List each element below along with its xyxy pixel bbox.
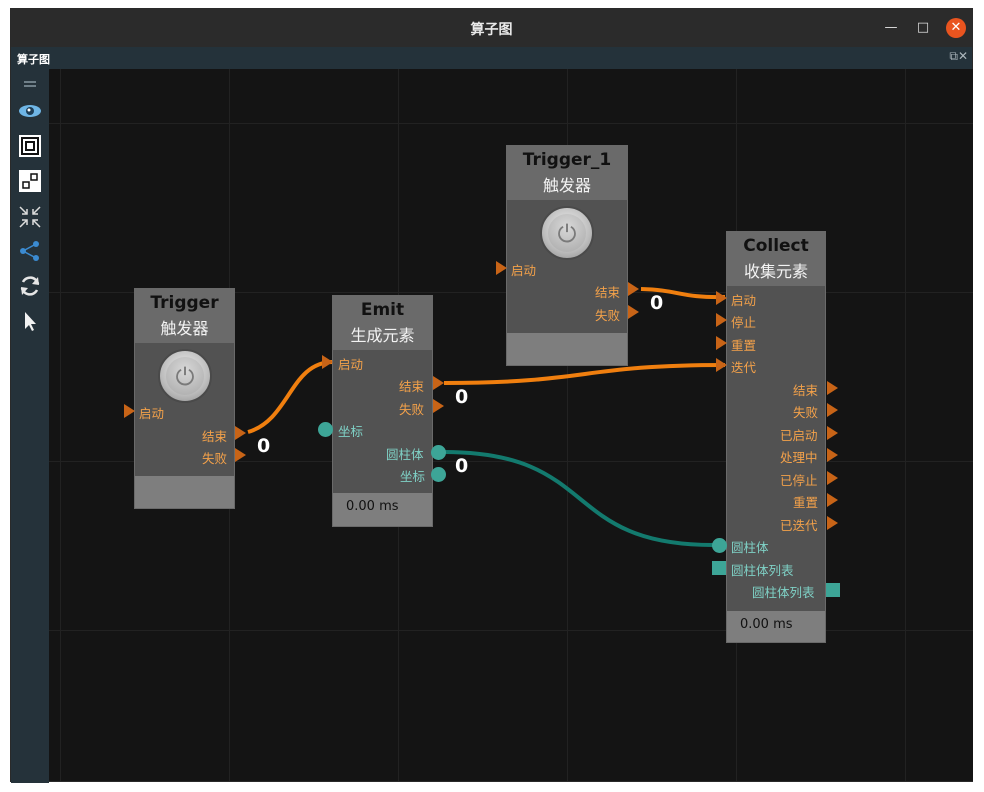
- port-label: 启动: [139, 406, 165, 421]
- port-label: 重置: [793, 495, 819, 510]
- panel-controls[interactable]: ⧉✕: [949, 49, 968, 64]
- port-iterate-in[interactable]: [716, 358, 727, 372]
- node-footer: [135, 476, 234, 508]
- graph-icon[interactable]: [18, 239, 42, 263]
- port-started-out[interactable]: [827, 426, 838, 440]
- wire-label: 0: [455, 386, 469, 408]
- panel-title: 算子图: [17, 53, 50, 66]
- title-bar: 算子图 — □ ✕: [11, 9, 972, 47]
- port-label: 坐标: [400, 469, 426, 484]
- port-processing-out[interactable]: [827, 448, 838, 462]
- port-stopped-out[interactable]: [827, 471, 838, 485]
- collapse-icon[interactable]: [18, 205, 42, 229]
- port-fail-out[interactable]: [628, 305, 639, 319]
- node-trigger-1[interactable]: Trigger_1 触发器 ⏻: [506, 145, 628, 366]
- window-title: 算子图: [470, 22, 513, 38]
- node-subtitle: 生成元素: [350, 326, 415, 345]
- port-label: 结束: [202, 429, 228, 444]
- port-iterated-out[interactable]: [827, 516, 838, 530]
- port-start-in[interactable]: [124, 404, 135, 418]
- port-stop-in[interactable]: [716, 313, 727, 327]
- port-label: 失败: [399, 402, 425, 417]
- wire-label: 0: [650, 292, 664, 314]
- port-start-in[interactable]: [716, 291, 727, 305]
- node-title: Collect: [743, 236, 809, 256]
- port-reset-out[interactable]: [827, 493, 838, 507]
- node-title: Trigger: [150, 293, 219, 313]
- port-fail-out[interactable]: [827, 403, 838, 417]
- port-start-in[interactable]: [496, 261, 507, 275]
- pointer-icon[interactable]: [18, 309, 42, 333]
- port-label: 停止: [731, 315, 757, 330]
- nodes-icon[interactable]: [18, 169, 42, 193]
- power-icon: ⏻: [166, 357, 204, 395]
- port-end-out[interactable]: [235, 426, 246, 440]
- port-label: 圆柱体列表: [731, 563, 794, 578]
- port-reset-in[interactable]: [716, 336, 727, 350]
- node-header: Trigger 触发器: [135, 289, 234, 343]
- node-subtitle: 收集元素: [743, 262, 808, 281]
- port-label: 迭代: [731, 360, 757, 375]
- exec-time: 0.00 ms: [333, 493, 432, 526]
- node-title: Emit: [360, 300, 405, 320]
- port-cylinder-list-out[interactable]: [826, 583, 840, 597]
- node-subtitle: 触发器: [160, 319, 209, 338]
- port-label: 失败: [793, 405, 819, 420]
- port-label: 启动: [338, 357, 364, 372]
- port-coord-out[interactable]: [431, 467, 446, 482]
- port-label: 坐标: [338, 424, 364, 439]
- node-footer: [507, 333, 627, 365]
- port-label: 启动: [731, 293, 757, 308]
- handle-icon[interactable]: [18, 75, 42, 87]
- port-start-in[interactable]: [322, 355, 333, 369]
- port-label: 已启动: [780, 428, 818, 443]
- node-subtitle: 触发器: [542, 176, 591, 195]
- exec-time: 0.00 ms: [727, 611, 825, 642]
- port-label: 处理中: [780, 450, 818, 465]
- port-label: 已停止: [780, 473, 818, 488]
- eye-icon[interactable]: [18, 99, 42, 123]
- frame-icon[interactable]: [18, 134, 42, 158]
- power-button[interactable]: ⏻: [540, 206, 594, 260]
- port-label: 失败: [595, 308, 621, 323]
- node-trigger[interactable]: Trigger 触发器 ⏻: [134, 288, 235, 509]
- port-label: 圆柱体: [386, 447, 424, 462]
- port-end-out[interactable]: [827, 381, 838, 395]
- port-cylinder-out[interactable]: [431, 445, 446, 460]
- power-button[interactable]: ⏻: [158, 349, 212, 403]
- wire-label: 0: [257, 435, 271, 457]
- port-label: 启动: [511, 263, 537, 278]
- panel-header: 算子图 ⧉✕: [11, 47, 972, 69]
- port-label: 圆柱体列表: [752, 585, 815, 600]
- node-header: Emit 生成元素: [333, 296, 432, 350]
- port-label: 结束: [793, 383, 819, 398]
- port-label: 重置: [731, 338, 757, 353]
- node-title: Trigger_1: [522, 150, 612, 170]
- maximize-button[interactable]: □: [913, 18, 933, 38]
- port-label: 已迭代: [780, 518, 818, 533]
- power-icon: ⏻: [548, 214, 586, 252]
- port-fail-out[interactable]: [235, 448, 246, 462]
- refresh-icon[interactable]: [18, 274, 42, 298]
- port-coord-in[interactable]: [318, 422, 333, 437]
- port-end-out[interactable]: [628, 282, 639, 296]
- port-label: 结束: [595, 285, 621, 300]
- port-label: 结束: [399, 379, 425, 394]
- port-cylinder-in[interactable]: [712, 538, 727, 553]
- node-header: Collect 收集元素: [727, 232, 825, 286]
- close-button[interactable]: ✕: [946, 18, 966, 38]
- port-label: 失败: [202, 451, 228, 466]
- left-toolbar: [11, 69, 49, 783]
- node-header: Trigger_1 触发器: [507, 146, 627, 200]
- port-label: 圆柱体: [731, 540, 769, 555]
- port-fail-out[interactable]: [433, 399, 444, 413]
- wire-label: 0: [455, 455, 469, 477]
- minimize-button[interactable]: —: [881, 18, 901, 38]
- port-end-out[interactable]: [433, 376, 444, 390]
- port-cylinder-list-in[interactable]: [712, 561, 726, 575]
